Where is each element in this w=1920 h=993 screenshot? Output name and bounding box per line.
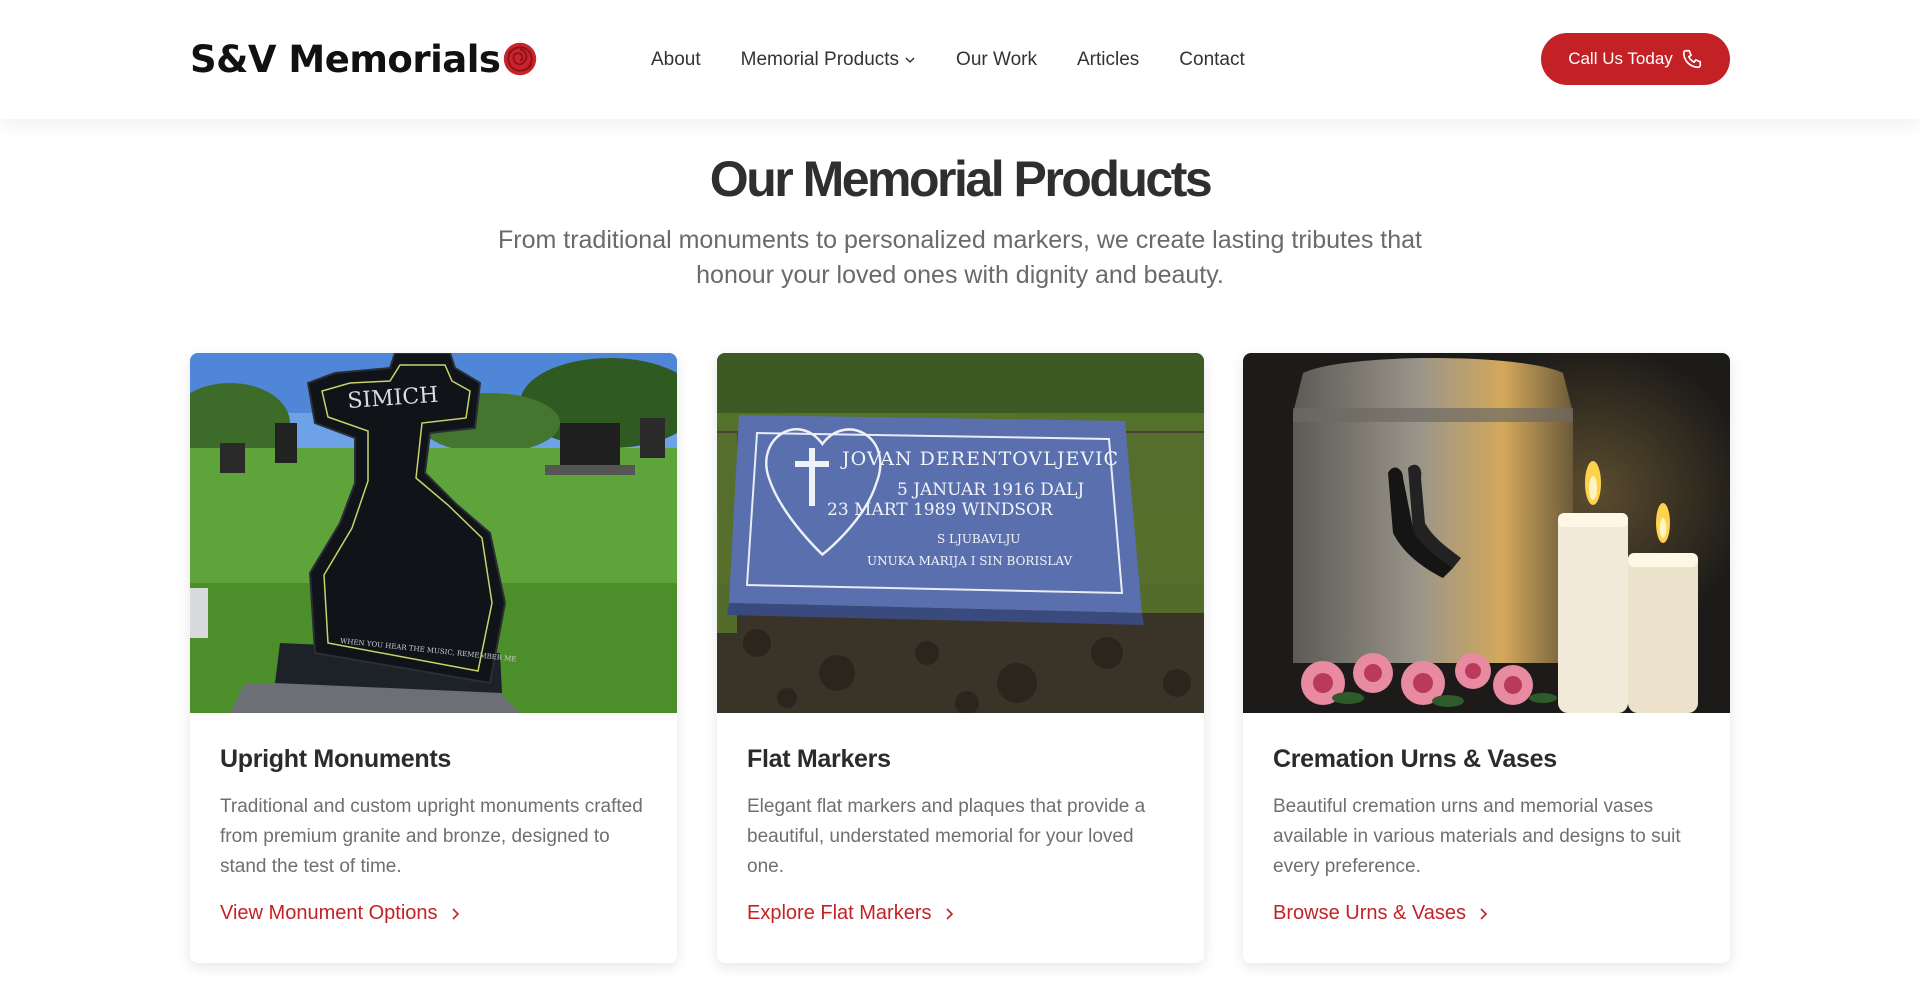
card-link-label: Explore Flat Markers	[747, 902, 932, 924]
chevron-right-icon	[1480, 907, 1488, 920]
card-title: Cremation Urns & Vases	[1273, 745, 1557, 773]
product-card-cremation-urns: Cremation Urns & Vases Beautiful cremati…	[1243, 353, 1730, 963]
call-us-button[interactable]: Call Us Today	[1541, 33, 1730, 85]
card-link-label: View Monument Options	[220, 902, 438, 924]
nav-about-label: About	[651, 49, 701, 70]
chevron-right-icon	[451, 907, 459, 920]
section-title: Our Memorial Products	[709, 151, 1213, 207]
nav-articles[interactable]: Articles	[1077, 48, 1139, 72]
main-nav: About Memorial Products Our Work Article…	[651, 48, 1245, 72]
card-title: Flat Markers	[747, 745, 891, 773]
marker-line-3: 23 MART 1989 WINDSOR	[827, 500, 1054, 520]
marker-line-2: 5 JANUAR 1916 DALJ	[897, 480, 1084, 500]
nav-contact[interactable]: Contact	[1179, 48, 1244, 72]
section-subtitle: From traditional monuments to personaliz…	[497, 226, 1423, 289]
chevron-right-icon	[945, 907, 953, 920]
chevron-down-icon	[905, 57, 915, 64]
nav-memorial-products[interactable]: Memorial Products	[741, 48, 916, 72]
nav-our-work-label: Our Work	[956, 49, 1037, 70]
nav-articles-label: Articles	[1076, 49, 1140, 70]
product-card-flat-markers: JOVAN DERENTOVLJEVIC 5 JANUAR 1916 DALJ …	[717, 353, 1204, 963]
marker-line-4: S LJUBAVLJU	[937, 532, 1020, 546]
nav-about[interactable]: About	[651, 48, 701, 72]
phone-icon	[1682, 49, 1701, 69]
view-monument-options-link[interactable]: View Monument Options	[220, 902, 647, 925]
upright-monument-image: SIMICH WHEN YOU HEAR THE MUSIC, REMEMBER…	[190, 353, 677, 713]
card-description: Elegant flat markers and plaques that pr…	[747, 796, 1146, 877]
card-description: Beautiful cremation urns and memorial va…	[1273, 796, 1681, 877]
rose-icon	[504, 42, 537, 76]
browse-urns-vases-link[interactable]: Browse Urns & Vases	[1273, 902, 1700, 925]
card-description: Traditional and custom upright monuments…	[220, 796, 643, 877]
marker-line-1: JOVAN DERENTOVLJEVIC	[840, 448, 1119, 470]
cremation-urn-image	[1243, 353, 1730, 713]
explore-flat-markers-link[interactable]: Explore Flat Markers	[747, 902, 1174, 925]
nav-contact-label: Contact	[1179, 49, 1245, 70]
marker-line-5: UNUKA MARIJA I SIN BORISLAV	[867, 554, 1072, 568]
nav-our-work[interactable]: Our Work	[956, 48, 1037, 72]
card-title: Upright Monuments	[220, 745, 451, 773]
flat-marker-image: JOVAN DERENTOVLJEVIC 5 JANUAR 1916 DALJ …	[717, 353, 1204, 713]
logo[interactable]: S&V Memorials	[190, 36, 538, 82]
nav-memorial-products-label: Memorial Products	[740, 49, 900, 70]
product-card-upright-monuments: SIMICH WHEN YOU HEAR THE MUSIC, REMEMBER…	[190, 353, 677, 963]
logo-text: S&V Memorials	[190, 37, 501, 81]
site-header: S&V Memorials About Memorial Products Ou…	[0, 0, 1920, 119]
call-us-label: Call Us Today	[1568, 49, 1673, 68]
card-link-label: Browse Urns & Vases	[1273, 902, 1467, 924]
